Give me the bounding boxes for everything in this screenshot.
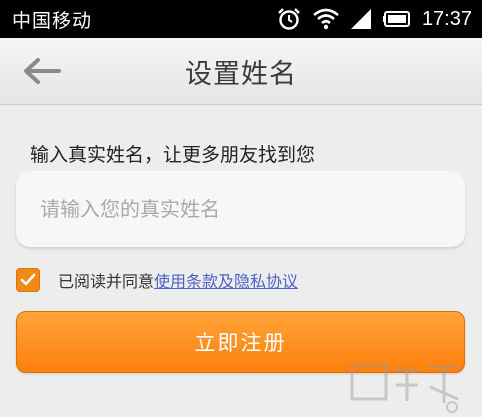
checkmark-icon [20,273,36,286]
status-icons: 17:37 [276,7,472,31]
alarm-icon [278,8,300,30]
top-bar: 设置姓名 [0,38,482,105]
arrow-left-icon [24,58,61,84]
content-area: 输入真实姓名，让更多朋友找到您 已阅读并同意 使用条款及隐私协议 立即注册 [0,106,482,417]
battery-icon [382,11,410,27]
back-button[interactable] [18,51,66,91]
carrier-name: 中国移动 [12,9,93,32]
wifi-icon [313,8,339,30]
watermark-logo [350,363,460,413]
page-title: 设置姓名 [185,58,297,90]
name-hint: 输入真实姓名，让更多朋友找到您 [30,144,316,166]
status-bar: 中国移动 17:37 [0,0,482,38]
signal-icon [350,9,371,29]
agree-text: 已阅读并同意 [58,272,155,291]
clock: 17:37 [421,7,472,30]
terms-link[interactable]: 使用条款及隐私协议 [154,268,298,292]
name-input[interactable] [16,171,465,247]
agree-checkbox[interactable] [16,268,40,292]
agree-row: 已阅读并同意 使用条款及隐私协议 [16,266,298,294]
